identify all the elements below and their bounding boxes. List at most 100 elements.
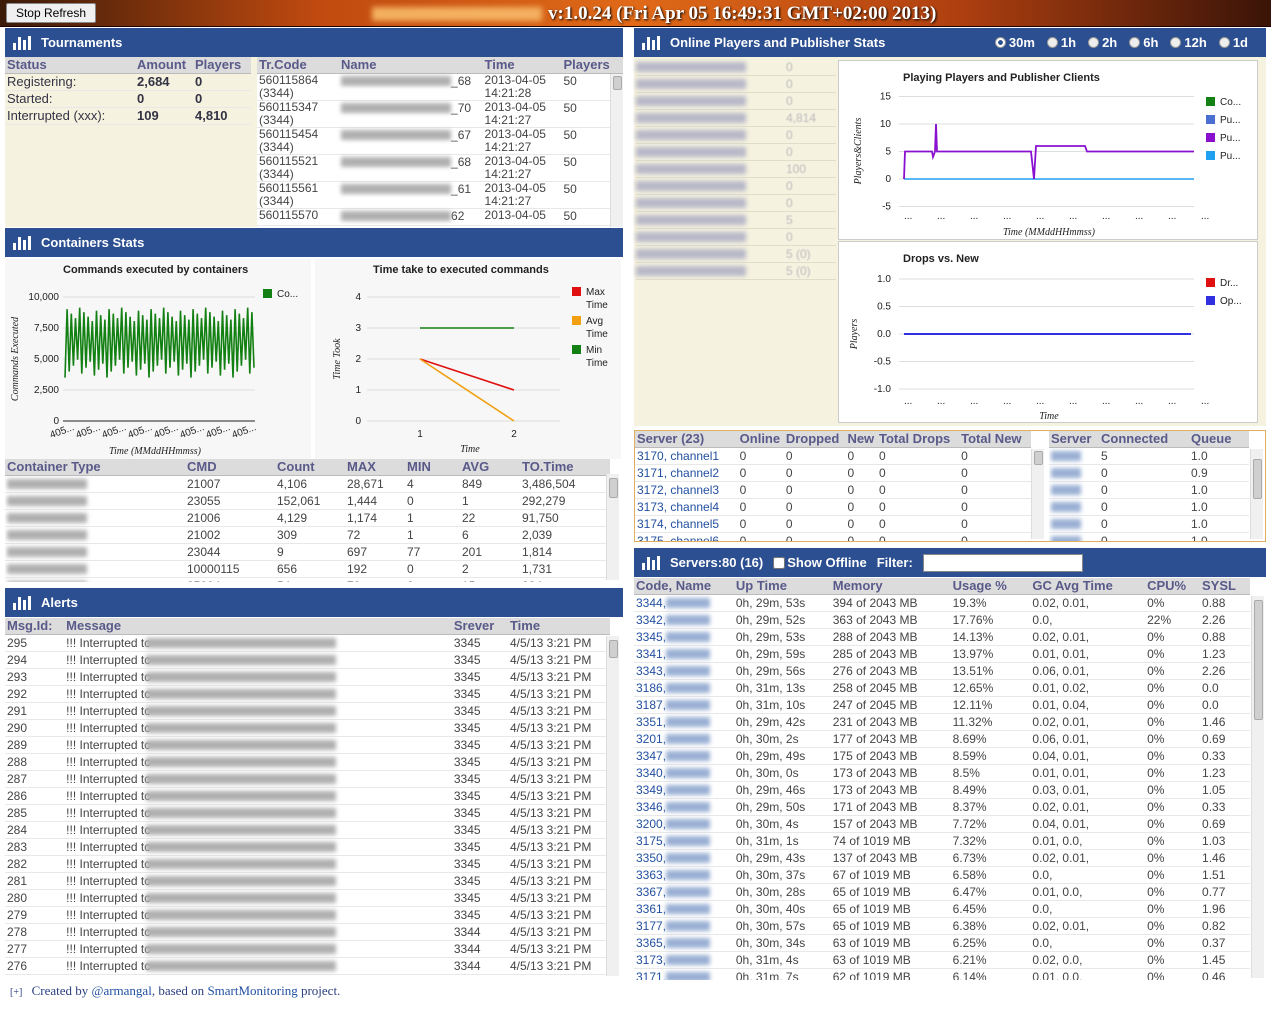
alerts-scrollbar[interactable] bbox=[606, 636, 619, 976]
column-header[interactable]: Connected bbox=[1099, 431, 1189, 448]
alert-row[interactable]: 277!!! Interrupted tc 3344 4/5/13 3:21 PM bbox=[5, 940, 610, 958]
channel-row[interactable]: 3173, channel4 0 0 0 0 0 bbox=[635, 498, 1031, 516]
server-row[interactable]: 3367, 0h, 30m, 28s 65 of 1019 MB 6.47% 0.01,… bbox=[634, 883, 1250, 901]
alert-row[interactable]: 279!!! Interrupted tc 3345 4/5/13 3:21 PM bbox=[5, 906, 610, 924]
show-offline-checkbox[interactable] bbox=[773, 556, 786, 569]
server-row[interactable]: 3186, 0h, 31m, 13s 258 of 2045 MB 12.65% 0.0… bbox=[634, 679, 1250, 697]
alert-row[interactable]: 280!!! Interrupted tc 3345 4/5/13 3:21 PM bbox=[5, 889, 610, 907]
container-row[interactable]: 21007 4,106 28,671 4 849 3,486,504 bbox=[5, 475, 610, 493]
tournament-row[interactable]: 560115570 62 2013-04-05 50 bbox=[257, 208, 623, 226]
server-row[interactable]: 3365, 0h, 30m, 34s 63 of 1019 MB 6.25% 0.0, 0… bbox=[634, 934, 1250, 952]
container-table-scrollbar[interactable] bbox=[606, 474, 619, 580]
container-row[interactable]: 23044 9 697 77 201 1,814 bbox=[5, 543, 610, 561]
column-header[interactable]: Server bbox=[1049, 431, 1099, 448]
alert-row[interactable]: 294!!! Interrupted tc 3345 4/5/13 3:21 PM bbox=[5, 651, 610, 669]
alert-row[interactable]: 283!!! Interrupted tc 3345 4/5/13 3:21 PM bbox=[5, 838, 610, 856]
queue-row[interactable]: 0 0.9 bbox=[1049, 464, 1249, 482]
author-link[interactable]: @armangal bbox=[91, 983, 151, 998]
alert-row[interactable]: 287!!! Interrupted tc 3345 4/5/13 3:21 PM bbox=[5, 770, 610, 788]
alert-row[interactable]: 285!!! Interrupted tc 3345 4/5/13 3:21 PM bbox=[5, 804, 610, 822]
column-header[interactable]: Server (23) bbox=[635, 431, 738, 448]
container-row[interactable]: 21002 309 72 1 6 2,039 bbox=[5, 526, 610, 544]
column-header[interactable]: Usage % bbox=[950, 578, 1031, 595]
alert-row[interactable]: 278!!! Interrupted tc 3344 4/5/13 3:21 PM bbox=[5, 923, 610, 941]
channel-row[interactable]: 3174, channel5 0 0 0 0 0 bbox=[635, 515, 1031, 533]
project-link[interactable]: SmartMonitoring bbox=[207, 983, 297, 998]
range-option-2h[interactable]: 2h bbox=[1088, 35, 1117, 50]
queue-row[interactable]: 5 1.0 bbox=[1049, 447, 1249, 465]
server-row[interactable]: 3342, 0h, 29m, 52s 363 of 2043 MB 17.76% 0.0… bbox=[634, 611, 1250, 629]
channel-table-scrollbar[interactable] bbox=[1031, 449, 1044, 539]
column-header[interactable]: Time bbox=[507, 618, 610, 635]
alert-row[interactable]: 292!!! Interrupted tc 3345 4/5/13 3:21 PM bbox=[5, 685, 610, 703]
column-header[interactable]: Count bbox=[275, 459, 345, 476]
column-header[interactable]: Status bbox=[5, 57, 135, 74]
range-option-1d[interactable]: 1d bbox=[1218, 35, 1248, 50]
container-row[interactable]: 21006 4,129 1,174 1 22 91,750 bbox=[5, 509, 610, 527]
alert-row[interactable]: 288!!! Interrupted tc 3345 4/5/13 3:21 PM bbox=[5, 753, 610, 771]
server-row[interactable]: 3201, 0h, 30m, 2s 177 of 2043 MB 8.69% 0.06,… bbox=[634, 730, 1250, 748]
server-row[interactable]: 3171, 0h, 31m, 7s 62 of 1019 MB 6.14% 0.01, … bbox=[634, 968, 1250, 980]
tournament-list-scrollbar[interactable] bbox=[610, 74, 623, 227]
alert-row[interactable]: 295!!! Interrupted tc 3345 4/5/13 3:21 PM bbox=[5, 634, 610, 652]
column-header[interactable]: New bbox=[845, 431, 877, 448]
tournament-row[interactable]: 560115521 (3344) _68 2013-04-05 14:21:27 50 bbox=[257, 154, 623, 182]
queue-row[interactable]: 0 1.0 bbox=[1049, 498, 1249, 516]
stop-refresh-button[interactable]: Stop Refresh bbox=[6, 3, 96, 23]
alert-row[interactable]: 289!!! Interrupted tc 3345 4/5/13 3:21 PM bbox=[5, 736, 610, 754]
column-header[interactable]: Code, Name bbox=[634, 578, 734, 595]
tournament-row[interactable]: 560115347 (3344) _70 2013-04-05 14:21:27 50 bbox=[257, 100, 623, 128]
range-option-12h[interactable]: 12h bbox=[1170, 35, 1207, 50]
server-row[interactable]: 3177, 0h, 30m, 57s 65 of 1019 MB 6.38% 0.02,… bbox=[634, 917, 1250, 935]
alert-row[interactable]: 276!!! Interrupted tc 3344 4/5/13 3:21 PM bbox=[5, 957, 610, 975]
column-header[interactable]: Msg.Id: bbox=[5, 618, 65, 635]
container-row[interactable]: 23055 152,061 1,444 0 1 292,279 bbox=[5, 492, 610, 510]
server-row[interactable]: 3187, 0h, 31m, 10s 247 of 2045 MB 12.11% 0.0… bbox=[634, 696, 1250, 714]
server-row[interactable]: 3349, 0h, 29m, 46s 173 of 2043 MB 8.49% 0.03… bbox=[634, 781, 1250, 799]
queue-row[interactable]: 0 1.0 bbox=[1049, 515, 1249, 533]
container-row[interactable]: 250045470215834 bbox=[5, 577, 610, 582]
queue-row[interactable]: 0 1.0 bbox=[1049, 481, 1249, 499]
server-row[interactable]: 3340, 0h, 30m, 0s 173 of 2043 MB 8.5% 0.01, … bbox=[634, 764, 1250, 782]
column-header[interactable]: CMD bbox=[185, 459, 275, 476]
server-row[interactable]: 3347, 0h, 29m, 49s 175 of 2043 MB 8.59% 0.04… bbox=[634, 747, 1250, 765]
column-header[interactable]: Container Type bbox=[5, 459, 185, 476]
server-row[interactable]: 3175, 0h, 31m, 1s 74 of 1019 MB 7.32% 0.01, … bbox=[634, 832, 1250, 850]
servers-scrollbar[interactable] bbox=[1251, 596, 1264, 978]
server-row[interactable]: 3350, 0h, 29m, 43s 137 of 2043 MB 6.73% 0.02… bbox=[634, 849, 1250, 867]
alert-row[interactable]: 291!!! Interrupted tc 3345 4/5/13 3:21 PM bbox=[5, 702, 610, 720]
channel-row[interactable]: 3172, channel3 0 0 0 0 0 bbox=[635, 481, 1031, 499]
column-header[interactable]: Time bbox=[482, 57, 562, 74]
column-header[interactable]: Memory bbox=[830, 578, 951, 595]
filter-input[interactable] bbox=[922, 553, 1083, 572]
column-header[interactable]: Online bbox=[737, 431, 784, 448]
tournament-row[interactable]: 560115454 (3344) _67 2013-04-05 14:21:27 50 bbox=[257, 127, 623, 155]
column-header[interactable]: Amount bbox=[135, 57, 193, 74]
column-header[interactable]: MIN bbox=[405, 459, 460, 476]
range-option-1h[interactable]: 1h bbox=[1046, 35, 1076, 50]
range-option-30m[interactable]: 30m bbox=[994, 35, 1035, 50]
column-header[interactable]: AVG bbox=[460, 459, 520, 476]
column-header[interactable]: Total New bbox=[959, 431, 1031, 448]
alert-row[interactable]: 282!!! Interrupted tc 3345 4/5/13 3:21 PM bbox=[5, 855, 610, 873]
channel-row[interactable]: 3170, channel1 0 0 0 0 0 bbox=[635, 447, 1031, 465]
channel-row[interactable]: 3175, channel6 0 0 0 0 0 bbox=[635, 532, 1031, 541]
column-header[interactable]: Srever bbox=[451, 618, 508, 635]
column-header[interactable]: Name bbox=[339, 57, 483, 74]
column-header[interactable]: TO.Time bbox=[520, 459, 610, 476]
server-row[interactable]: 3363, 0h, 30m, 37s 67 of 1019 MB 6.58% 0.0, 0… bbox=[634, 866, 1250, 884]
queue-table-scrollbar[interactable] bbox=[1250, 449, 1263, 539]
tournament-row[interactable]: 560115561 (3344) _61 2013-04-05 14:21:27 50 bbox=[257, 181, 623, 209]
column-header[interactable]: Dropped bbox=[783, 431, 846, 448]
column-header[interactable]: SYSL bbox=[1200, 578, 1250, 595]
server-row[interactable]: 3351, 0h, 29m, 42s 231 of 2043 MB 11.32% 0.0… bbox=[634, 713, 1250, 731]
server-row[interactable]: 3346, 0h, 29m, 50s 171 of 2043 MB 8.37% 0.02… bbox=[634, 798, 1250, 816]
container-row[interactable]: 10000115 656 192 0 2 1,731 bbox=[5, 560, 610, 578]
server-row[interactable]: 3344, 0h, 29m, 53s 394 of 2043 MB 19.3% 0.02… bbox=[634, 594, 1250, 612]
column-header[interactable]: Total Drops bbox=[876, 431, 960, 448]
alert-row[interactable]: 284!!! Interrupted tc 3345 4/5/13 3:21 PM bbox=[5, 821, 610, 839]
server-row[interactable]: 3200, 0h, 30m, 4s 157 of 2043 MB 7.72% 0.04,… bbox=[634, 815, 1250, 833]
alert-row[interactable]: 286!!! Interrupted tc 3345 4/5/13 3:21 PM bbox=[5, 787, 610, 805]
column-header[interactable]: Players bbox=[561, 57, 623, 74]
range-option-6h[interactable]: 6h bbox=[1129, 35, 1158, 50]
